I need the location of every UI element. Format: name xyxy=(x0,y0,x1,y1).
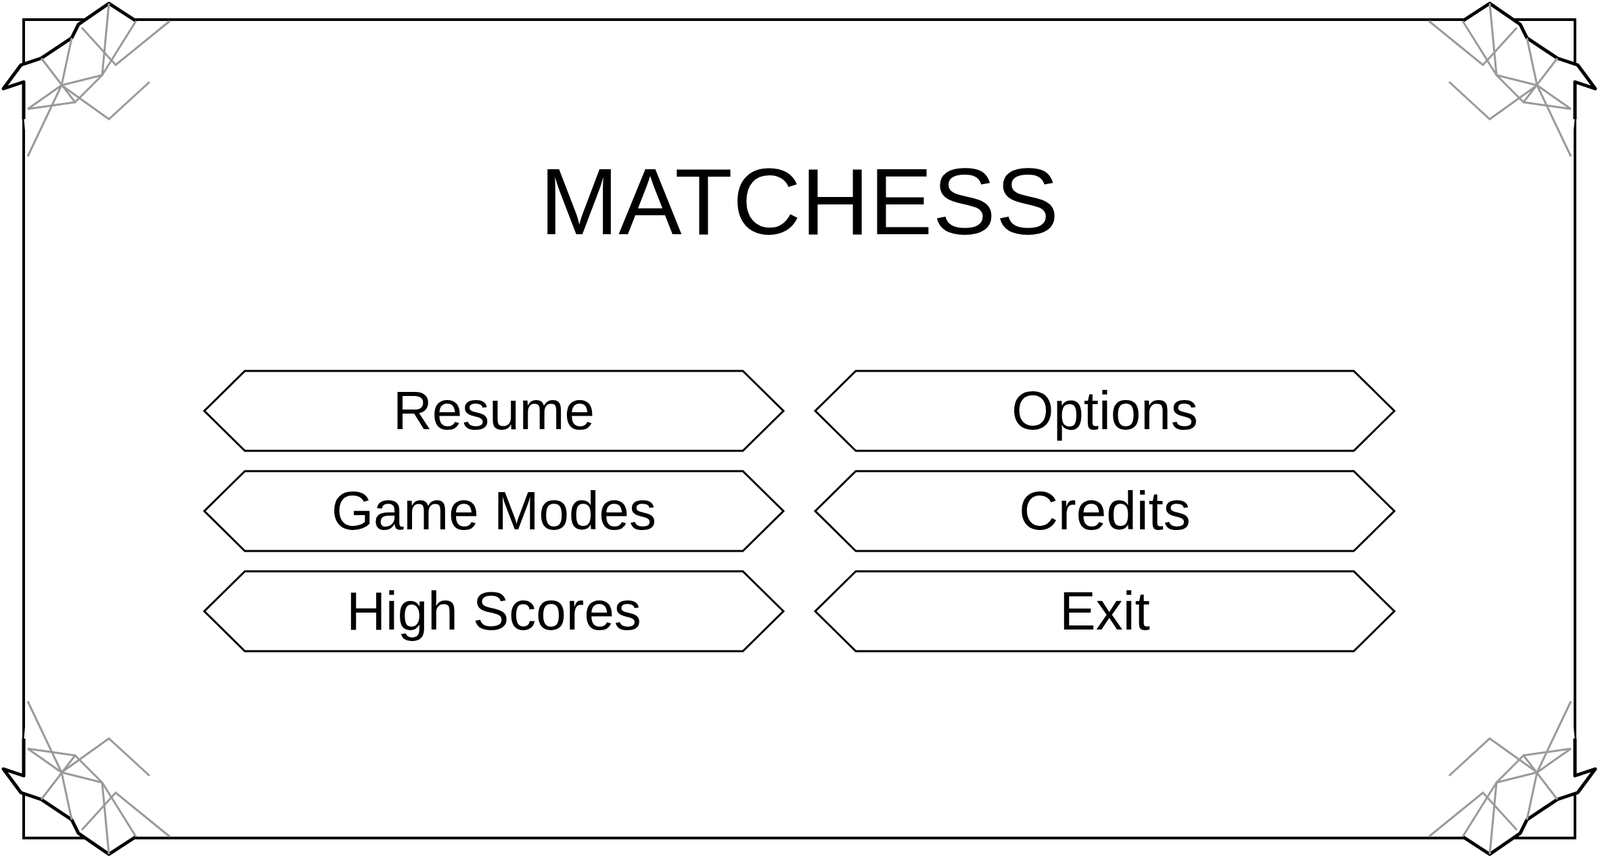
menu-button[interactable]: Resume xyxy=(202,368,786,453)
menu-button-label: Game Modes xyxy=(331,481,657,541)
menu-button-label: Options xyxy=(1011,380,1199,441)
corner-ornament-icon xyxy=(0,680,177,857)
main-menu: Resume Options Game Modes Credits High Score… xyxy=(202,368,1397,653)
menu-button[interactable]: Exit xyxy=(813,568,1397,653)
menu-frame: MATCHESS Resume Options Game Modes Credits Hi… xyxy=(22,18,1577,839)
menu-button[interactable]: Game Modes xyxy=(202,468,786,553)
menu-button-label: Resume xyxy=(393,380,595,441)
corner-ornament-icon xyxy=(1422,680,1598,857)
menu-button-label: Exit xyxy=(1059,581,1150,641)
corner-ornament-icon xyxy=(0,0,177,177)
game-title: MATCHESS xyxy=(539,149,1059,254)
corner-ornament-icon xyxy=(1422,0,1598,177)
menu-button-label: Credits xyxy=(1018,481,1191,541)
menu-button[interactable]: High Scores xyxy=(202,568,786,653)
menu-button[interactable]: Credits xyxy=(813,468,1397,553)
menu-button-label: High Scores xyxy=(346,581,642,641)
screen: MATCHESS Resume Options Game Modes Credits Hi… xyxy=(0,0,1600,859)
menu-button[interactable]: Options xyxy=(813,368,1397,453)
